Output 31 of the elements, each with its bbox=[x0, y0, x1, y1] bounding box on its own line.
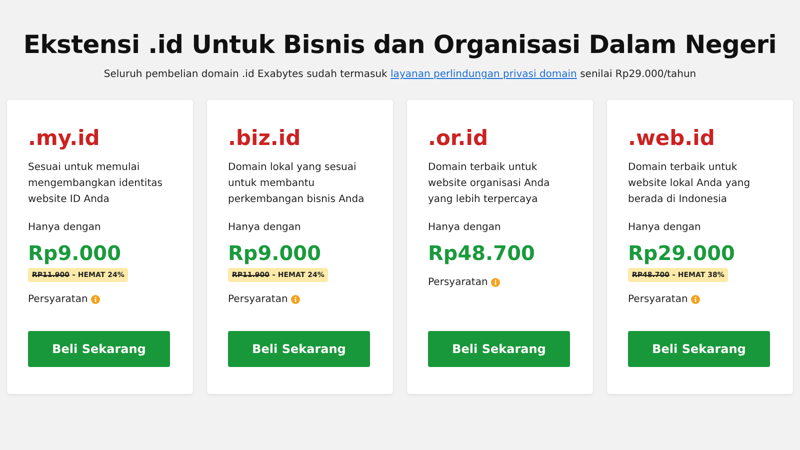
price: Rp9.000 bbox=[228, 241, 321, 265]
price: Rp9.000 bbox=[28, 241, 121, 265]
price-label: Hanya dengan bbox=[28, 222, 101, 233]
domain-description: Domain lokal yang sesuai untuk membantu perkembangan bisnis Anda bbox=[228, 161, 366, 207]
domain-name: .web.id bbox=[628, 126, 715, 150]
domain-name: .or.id bbox=[428, 126, 488, 150]
info-icon[interactable] bbox=[690, 295, 700, 304]
page-heading: Ekstensi .id Untuk Bisnis dan Organisasi Dalam Negeri bbox=[23, 30, 777, 59]
price-label: Hanya dengan bbox=[628, 222, 701, 233]
terms-label: Persyaratan bbox=[628, 294, 688, 305]
buy-button[interactable]: Beli Sekarang bbox=[228, 331, 370, 367]
privacy-link[interactable]: layanan perlindungan privasi domain bbox=[390, 69, 577, 80]
info-icon[interactable] bbox=[490, 278, 500, 287]
terms-label: Persyaratan bbox=[428, 277, 488, 288]
terms-label: Persyaratan bbox=[28, 294, 88, 305]
price-label: Hanya dengan bbox=[228, 222, 301, 233]
buy-button[interactable]: Beli Sekarang bbox=[28, 331, 170, 367]
info-icon[interactable] bbox=[90, 295, 100, 304]
domain-description: Domain terbaik untuk website lokal Anda yang berada di Indonesia bbox=[628, 161, 752, 207]
subtitle-text: Seluruh pembelian domain .id Exabytes sudah termasuk layanan perlindungan privasi domain senilai Rp29.000/tahun bbox=[104, 69, 696, 80]
terms-label: Persyaratan bbox=[228, 294, 288, 305]
price: Rp48.700 bbox=[428, 241, 535, 265]
domain-name: .my.id bbox=[28, 126, 100, 150]
buy-button[interactable]: Beli Sekarang bbox=[628, 331, 770, 367]
domain-name: .biz.id bbox=[228, 126, 301, 150]
price: Rp29.000 bbox=[628, 241, 735, 265]
price-label: Hanya dengan bbox=[428, 222, 501, 233]
info-icon[interactable] bbox=[290, 295, 300, 304]
domain-description: Domain terbaik untuk website organisasi Anda yang lebih terpercaya bbox=[428, 161, 551, 207]
domain-description: Sesuai untuk memulai mengembangkan identitas website ID Anda bbox=[28, 161, 164, 207]
buy-button[interactable]: Beli Sekarang bbox=[428, 331, 570, 367]
